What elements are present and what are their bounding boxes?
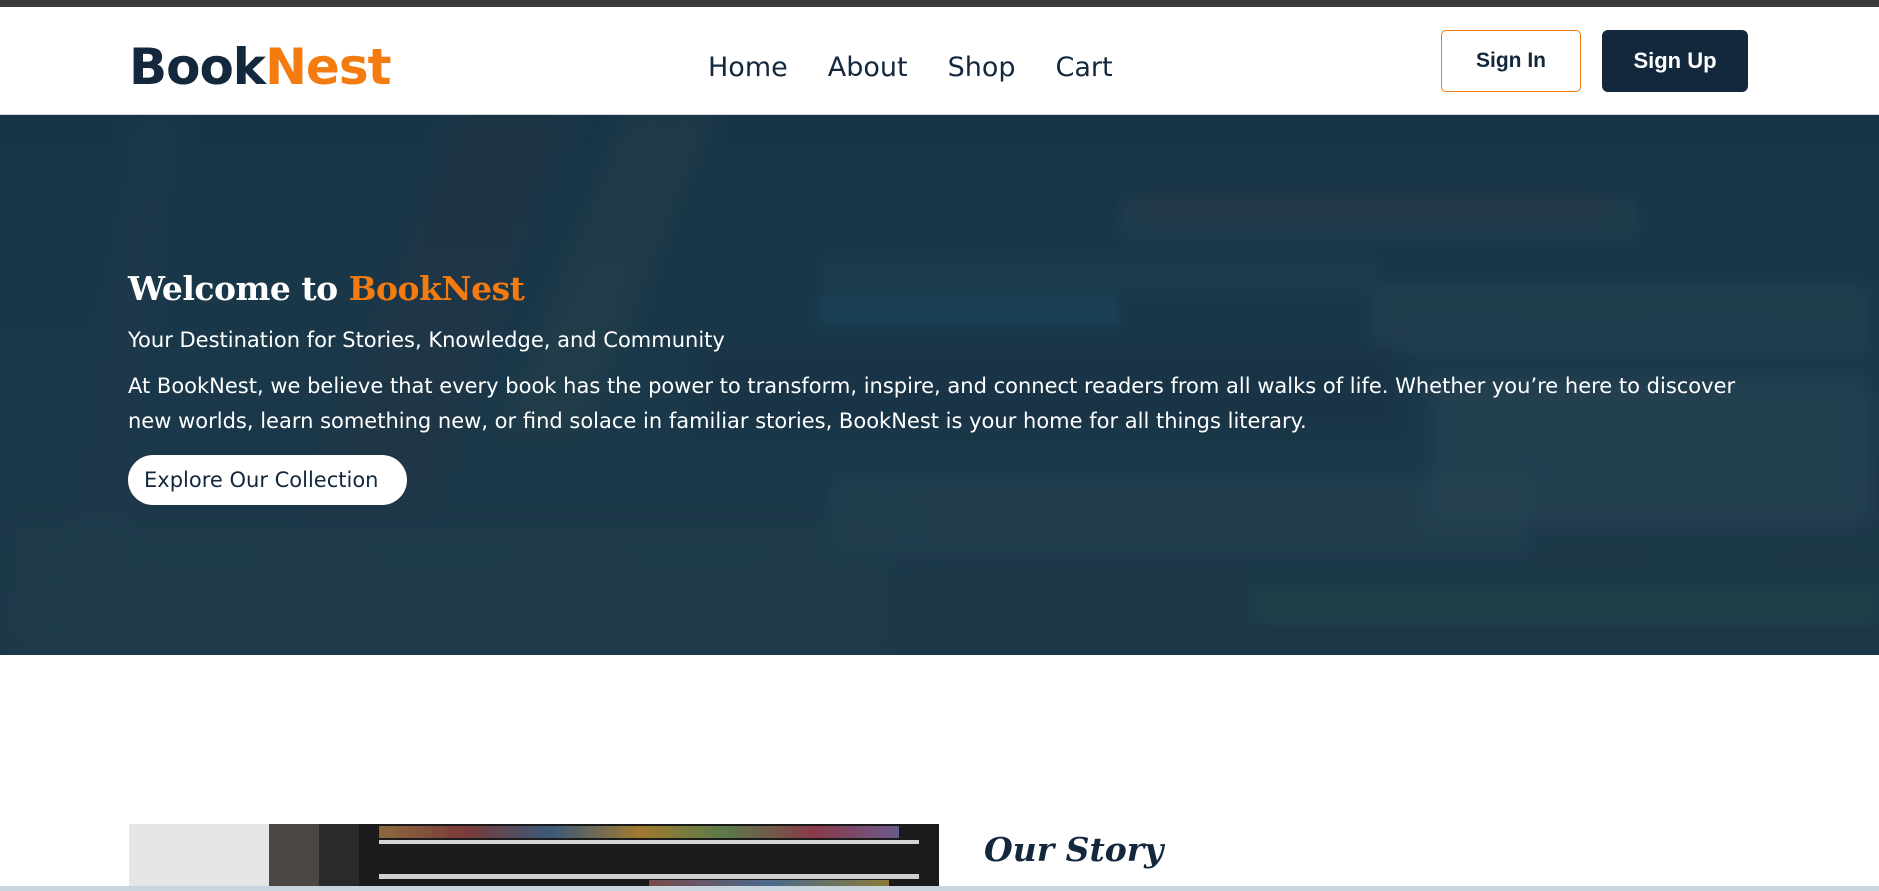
explore-collection-button[interactable]: Explore Our Collection bbox=[128, 455, 407, 505]
hero-title-brand: BookNest bbox=[348, 269, 525, 308]
site-header: BookNest Home About Shop Cart Sign In Si… bbox=[0, 7, 1879, 115]
hero-title: Welcome to BookNest bbox=[128, 265, 1768, 313]
our-story-heading: Our Story bbox=[984, 830, 1164, 869]
sign-in-button[interactable]: Sign In bbox=[1441, 30, 1581, 92]
story-image bbox=[129, 824, 939, 891]
hero-section: Welcome to BookNest Your Destination for… bbox=[0, 115, 1879, 655]
logo-text-book: Book bbox=[129, 38, 266, 96]
nav-link-home[interactable]: Home bbox=[708, 45, 788, 91]
site-logo[interactable]: BookNest bbox=[129, 37, 392, 97]
browser-top-edge bbox=[0, 0, 1879, 7]
nav-link-cart[interactable]: Cart bbox=[1055, 45, 1112, 91]
hero-subtitle: Your Destination for Stories, Knowledge,… bbox=[128, 328, 725, 352]
nav-link-about[interactable]: About bbox=[828, 45, 908, 91]
hero-title-prefix: Welcome to bbox=[128, 269, 349, 308]
main-nav: Home About Shop Cart bbox=[708, 45, 1113, 91]
window-bottom-edge bbox=[0, 886, 1879, 891]
hero-description: At BookNest, we believe that every book … bbox=[128, 374, 1736, 433]
hero-content: Welcome to BookNest Your Destination for… bbox=[128, 265, 1768, 505]
sign-up-button[interactable]: Sign Up bbox=[1602, 30, 1748, 92]
nav-link-shop[interactable]: Shop bbox=[948, 45, 1016, 91]
logo-text-nest: Nest bbox=[265, 38, 391, 96]
